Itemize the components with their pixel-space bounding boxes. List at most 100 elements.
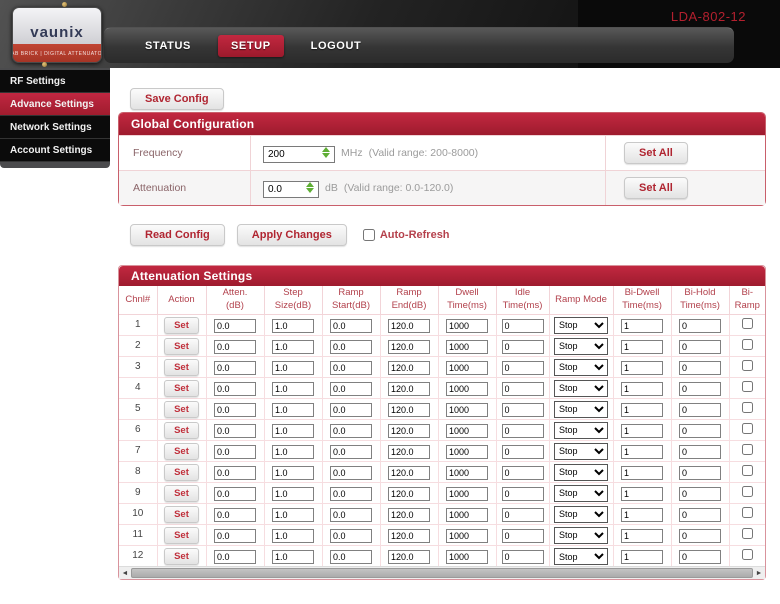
ramp-end-input[interactable]	[388, 550, 430, 564]
ramp-end-input[interactable]	[388, 487, 430, 501]
bi-hold-time-input[interactable]	[679, 424, 721, 438]
bi-ramp-checkbox[interactable]	[742, 444, 753, 455]
atten-input[interactable]	[214, 361, 256, 375]
dwell-time-input[interactable]	[446, 382, 488, 396]
bi-hold-time-input[interactable]	[679, 529, 721, 543]
bi-hold-time-input[interactable]	[679, 466, 721, 480]
dwell-time-input[interactable]	[446, 487, 488, 501]
dwell-time-input[interactable]	[446, 319, 488, 333]
bi-ramp-checkbox[interactable]	[742, 339, 753, 350]
ramp-start-input[interactable]	[330, 424, 372, 438]
idle-time-input[interactable]	[502, 403, 544, 417]
bi-ramp-checkbox[interactable]	[742, 318, 753, 329]
atten-input[interactable]	[214, 550, 256, 564]
spinner-icon[interactable]	[322, 147, 331, 158]
dwell-time-input[interactable]	[446, 424, 488, 438]
bi-dwell-time-input[interactable]	[621, 424, 663, 438]
bi-hold-time-input[interactable]	[679, 550, 721, 564]
bi-ramp-checkbox[interactable]	[742, 486, 753, 497]
dwell-time-input[interactable]	[446, 550, 488, 564]
set-button[interactable]: Set	[164, 401, 199, 418]
auto-refresh-label[interactable]: Auto-Refresh	[380, 229, 450, 241]
bi-ramp-checkbox[interactable]	[742, 423, 753, 434]
atten-input[interactable]	[214, 445, 256, 459]
scrollbar-thumb[interactable]	[131, 568, 753, 578]
bi-ramp-checkbox[interactable]	[742, 465, 753, 476]
dwell-time-input[interactable]	[446, 466, 488, 480]
ramp-mode-select[interactable]: Stop	[554, 527, 608, 544]
auto-refresh-checkbox[interactable]	[363, 229, 375, 241]
ramp-mode-select[interactable]: Stop	[554, 443, 608, 460]
idle-time-input[interactable]	[502, 445, 544, 459]
bi-ramp-checkbox[interactable]	[742, 360, 753, 371]
step-size-input[interactable]	[272, 361, 314, 375]
ramp-start-input[interactable]	[330, 319, 372, 333]
set-button[interactable]: Set	[164, 338, 199, 355]
ramp-mode-select[interactable]: Stop	[554, 401, 608, 418]
step-size-input[interactable]	[272, 550, 314, 564]
set-button[interactable]: Set	[164, 506, 199, 523]
set-button[interactable]: Set	[164, 548, 199, 565]
nav-item-logout[interactable]: LOGOUT	[298, 35, 375, 57]
atten-input[interactable]	[214, 487, 256, 501]
bi-ramp-checkbox[interactable]	[742, 381, 753, 392]
bi-ramp-checkbox[interactable]	[742, 507, 753, 518]
idle-time-input[interactable]	[502, 487, 544, 501]
atten-input[interactable]	[214, 319, 256, 333]
idle-time-input[interactable]	[502, 340, 544, 354]
step-size-input[interactable]	[272, 403, 314, 417]
sidebar-item-network-settings[interactable]: Network Settings	[0, 116, 110, 139]
bi-dwell-time-input[interactable]	[621, 487, 663, 501]
bi-dwell-time-input[interactable]	[621, 403, 663, 417]
bi-dwell-time-input[interactable]	[621, 382, 663, 396]
save-config-button[interactable]: Save Config	[130, 88, 224, 110]
table-horizontal-scrollbar[interactable]: ◄ ►	[119, 566, 765, 579]
nav-item-setup[interactable]: SETUP	[218, 35, 284, 57]
atten-input[interactable]	[214, 466, 256, 480]
ramp-start-input[interactable]	[330, 487, 372, 501]
ramp-mode-select[interactable]: Stop	[554, 548, 608, 565]
step-size-input[interactable]	[272, 529, 314, 543]
step-size-input[interactable]	[272, 487, 314, 501]
nav-item-status[interactable]: STATUS	[132, 35, 204, 57]
ramp-start-input[interactable]	[330, 382, 372, 396]
atten-input[interactable]	[214, 424, 256, 438]
ramp-end-input[interactable]	[388, 445, 430, 459]
step-size-input[interactable]	[272, 466, 314, 480]
idle-time-input[interactable]	[502, 361, 544, 375]
idle-time-input[interactable]	[502, 382, 544, 396]
bi-hold-time-input[interactable]	[679, 403, 721, 417]
idle-time-input[interactable]	[502, 424, 544, 438]
set-button[interactable]: Set	[164, 443, 199, 460]
step-size-input[interactable]	[272, 445, 314, 459]
bi-dwell-time-input[interactable]	[621, 340, 663, 354]
idle-time-input[interactable]	[502, 529, 544, 543]
ramp-end-input[interactable]	[388, 466, 430, 480]
ramp-mode-select[interactable]: Stop	[554, 317, 608, 334]
ramp-start-input[interactable]	[330, 361, 372, 375]
ramp-mode-select[interactable]: Stop	[554, 359, 608, 376]
bi-ramp-checkbox[interactable]	[742, 528, 753, 539]
bi-dwell-time-input[interactable]	[621, 508, 663, 522]
bi-hold-time-input[interactable]	[679, 340, 721, 354]
bi-dwell-time-input[interactable]	[621, 445, 663, 459]
ramp-start-input[interactable]	[330, 550, 372, 564]
dwell-time-input[interactable]	[446, 445, 488, 459]
set-button[interactable]: Set	[164, 527, 199, 544]
step-size-input[interactable]	[272, 340, 314, 354]
step-size-input[interactable]	[272, 382, 314, 396]
attenuation-set-all-button[interactable]: Set All	[624, 177, 688, 199]
ramp-start-input[interactable]	[330, 529, 372, 543]
step-size-input[interactable]	[272, 319, 314, 333]
ramp-start-input[interactable]	[330, 403, 372, 417]
ramp-end-input[interactable]	[388, 529, 430, 543]
bi-dwell-time-input[interactable]	[621, 466, 663, 480]
dwell-time-input[interactable]	[446, 529, 488, 543]
set-button[interactable]: Set	[164, 317, 199, 334]
bi-ramp-checkbox[interactable]	[742, 549, 753, 560]
bi-dwell-time-input[interactable]	[621, 550, 663, 564]
ramp-start-input[interactable]	[330, 340, 372, 354]
dwell-time-input[interactable]	[446, 403, 488, 417]
bi-dwell-time-input[interactable]	[621, 319, 663, 333]
idle-time-input[interactable]	[502, 466, 544, 480]
